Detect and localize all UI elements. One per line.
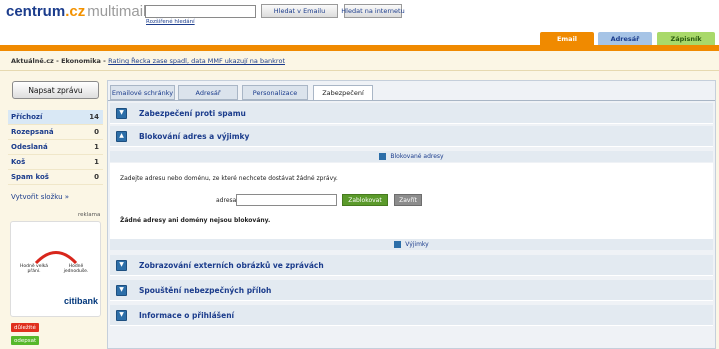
advertisement-banner[interactable]: Hodně velká přání. Hodně jednoduše. citi… xyxy=(10,221,101,317)
tab-email[interactable]: Email xyxy=(540,32,594,45)
ad-right-text: Hodně jednoduše. xyxy=(63,264,89,274)
create-folder-link[interactable]: Vytvořit složku » xyxy=(11,193,69,201)
block-button[interactable]: Zablokovat xyxy=(342,194,388,206)
folder-count: 14 xyxy=(89,113,99,121)
expand-icon: ▼ xyxy=(116,259,127,271)
address-label-text: adresa xyxy=(216,197,237,204)
folder-name: Odeslaná xyxy=(11,143,48,151)
section-title: Blokování adres a výjimky xyxy=(139,131,250,141)
section-login-info[interactable]: ▼ Informace o přihlášení xyxy=(110,305,713,326)
compose-button[interactable]: Napsat zprávu xyxy=(12,81,99,99)
folder-count: 0 xyxy=(94,173,99,181)
no-blocked-message: Žádné adresy ani domény nejsou blokovány… xyxy=(120,217,271,224)
section-title: Spouštění nebezpečných příloh xyxy=(139,285,272,295)
tab-divider xyxy=(108,100,715,101)
subsection-title: Blokované adresy xyxy=(390,153,444,160)
ad-label: reklama xyxy=(78,212,101,218)
folder-count: 1 xyxy=(94,158,99,166)
folder-name: Koš xyxy=(11,158,26,166)
folder-count: 1 xyxy=(94,143,99,151)
expand-icon: ▼ xyxy=(116,284,127,296)
folder-name: Spam koš xyxy=(11,173,49,181)
news-prefix: Aktuálně.cz - Ekonomika - xyxy=(11,57,109,65)
folder-spam[interactable]: Spam koš 0 xyxy=(8,170,103,185)
tab-zapisnik[interactable]: Zápisník xyxy=(657,32,715,45)
logo-multimail: multimail xyxy=(87,3,147,20)
section-external-images[interactable]: ▼ Zobrazování externích obrázků ve zprává… xyxy=(110,255,713,276)
section-dangerous-attachments[interactable]: ▼ Spouštění nebezpečných příloh xyxy=(110,280,713,301)
folder-trash[interactable]: Koš 1 xyxy=(8,155,103,170)
folder-inbox[interactable]: Příchozí 14 xyxy=(8,110,103,125)
tab-security[interactable]: Zabezpečení xyxy=(313,85,373,101)
label-odepsat[interactable]: odepsat xyxy=(11,336,40,345)
advanced-search-link[interactable]: Rozšířené hledání xyxy=(146,19,195,25)
collapse-icon: ▲ xyxy=(116,130,127,142)
folder-count: 0 xyxy=(94,128,99,136)
folder-list: Příchozí 14 Rozepsaná 0 Odeslaná 1 Koš 1 Spa… xyxy=(8,110,103,185)
section-title: Zobrazování externích obrázků ve zprávác… xyxy=(139,260,324,270)
news-ticker: Aktuálně.cz - Ekonomika - Rating Řecka z… xyxy=(11,57,285,65)
news-link[interactable]: Rating Řecka zase spadl, data MMF ukazuj… xyxy=(108,57,285,65)
folder-name: Příchozí xyxy=(11,113,43,121)
divider xyxy=(0,70,719,71)
address-input[interactable] xyxy=(236,194,337,206)
subsection-title: Výjimky xyxy=(405,241,429,248)
folder-drafts[interactable]: Rozepsaná 0 xyxy=(8,125,103,140)
subsection-blocked-addresses[interactable]: Blokované adresy xyxy=(110,151,713,162)
section-title: Zabezpečení proti spamu xyxy=(139,108,246,118)
arc-logo-icon xyxy=(34,251,78,264)
ad-left-text: Hodně velká přání. xyxy=(19,264,48,274)
expand-icon: ▼ xyxy=(116,107,127,119)
citibank-logo: citibank xyxy=(64,296,99,306)
expand-icon: ▼ xyxy=(116,309,127,321)
search-internet-button[interactable]: Hledat na internetu xyxy=(341,4,405,18)
label-dulezite[interactable]: důležité xyxy=(11,323,39,332)
centrum-logo[interactable]: centrum.cz multimail xyxy=(6,3,146,20)
tab-personalization[interactable]: Personalizace xyxy=(242,85,308,100)
tab-adresar[interactable]: Adresář xyxy=(598,32,652,45)
close-button[interactable]: Zavřít xyxy=(394,194,422,206)
search-email-button[interactable]: Hledat v Emailu xyxy=(261,4,338,18)
folder-sent[interactable]: Odeslaná 1 xyxy=(8,140,103,155)
expand-square-icon xyxy=(379,153,387,160)
tab-mailboxes[interactable]: Emailové schránky xyxy=(110,85,175,100)
section-title: Informace o přihlášení xyxy=(139,310,235,320)
folder-name: Rozepsaná xyxy=(11,128,54,136)
tab-address-book[interactable]: Adresář xyxy=(178,85,238,100)
logo-centrum: centrum xyxy=(6,3,66,20)
expand-square-icon xyxy=(394,241,402,248)
section-blocking[interactable]: ▲ Blokování adres a výjimky xyxy=(110,126,713,147)
section-spam-protection[interactable]: ▼ Zabezpečení proti spamu xyxy=(110,103,713,124)
search-input[interactable] xyxy=(145,5,256,18)
logo-cz: .cz xyxy=(65,3,86,20)
instructions-text: Zadejte adresu nebo doménu, ze které nec… xyxy=(120,175,338,182)
subsection-exceptions[interactable]: Výjimky xyxy=(110,239,713,250)
